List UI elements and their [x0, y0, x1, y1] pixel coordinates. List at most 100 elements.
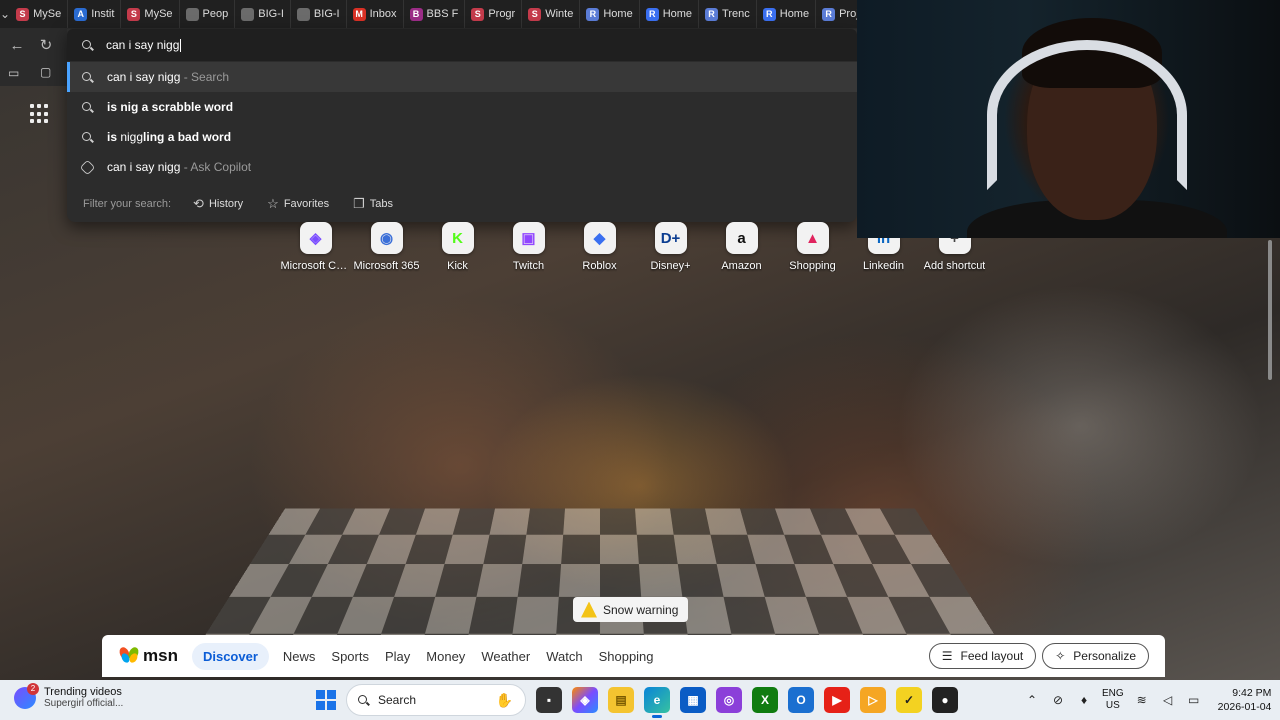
snow-warning-button[interactable]: Snow warning	[573, 597, 689, 622]
media-player-icon[interactable]: ▷	[860, 687, 886, 713]
tab-list: S MySe A Instit S MySe Peop BIG-I BIG-I M Inbox B BB…	[10, 0, 872, 28]
browser-tab[interactable]: Peop	[180, 0, 236, 28]
tab-actions-chevron-icon[interactable]: ⌄	[0, 0, 10, 28]
shortcut-label: Disney+	[650, 260, 691, 272]
browser-tab[interactable]: S MySe	[121, 0, 180, 28]
search-icon	[81, 101, 94, 114]
battery-icon[interactable]: ▭	[1186, 693, 1202, 707]
browser-tab[interactable]: S Progr	[465, 0, 523, 28]
file-explorer-icon[interactable]: ▤	[608, 687, 634, 713]
filter-tabs-button[interactable]: ❐ Tabs	[345, 193, 401, 215]
shortcut-disney[interactable]: D+ Disney+	[635, 222, 706, 272]
msn-nav-shopping[interactable]: Shopping	[591, 643, 662, 670]
history-icon: ⟲	[193, 196, 204, 211]
network-off-icon[interactable]: ⊘	[1050, 693, 1066, 707]
browser-tab[interactable]: BIG-I	[235, 0, 291, 28]
shortcut-microsoft-co[interactable]: ◈ Microsoft Co...	[280, 222, 351, 272]
browser-tab[interactable]: R Home	[580, 0, 640, 28]
microphone-icon[interactable]: ♦	[1076, 693, 1092, 707]
msn-logo[interactable]: msn	[117, 645, 178, 666]
browser-tab[interactable]: B BBS F	[404, 0, 466, 28]
back-arrow-icon[interactable]: ←	[6, 34, 28, 56]
browser-tab[interactable]: A Instit	[68, 0, 122, 28]
edge-browser-icon[interactable]: e	[644, 687, 670, 718]
chevron-up-icon[interactable]: ⌃	[1024, 693, 1040, 707]
msn-nav-discover[interactable]: Discover	[191, 642, 269, 670]
suggestion-item[interactable]: is niggling a bad word	[67, 122, 857, 152]
widgets-button[interactable]: 2 Trending videos Supergirl official...	[14, 682, 123, 709]
tab-strip: ⌄ S MySe A Instit S MySe Peop BIG-I BIG-I M Inbox B…	[0, 0, 872, 28]
suggestion-completion: a scrabble word	[138, 100, 234, 114]
github-icon[interactable]: ●	[932, 687, 958, 713]
taskbar-search-box[interactable]: Search ✋	[346, 684, 526, 716]
search-icon	[357, 694, 370, 707]
msn-nav-sports[interactable]: Sports	[323, 643, 377, 670]
favorite-folder-icon[interactable]: ▢	[40, 65, 51, 79]
xbox-icon[interactable]: X	[752, 687, 778, 713]
msn-nav-money[interactable]: Money	[418, 643, 473, 670]
page-scrollbar[interactable]	[1267, 238, 1273, 678]
suggestion-search[interactable]: can i say nigg - Search	[67, 62, 857, 92]
page-icon	[185, 7, 199, 21]
filter-history-button[interactable]: ⟲ History	[185, 193, 251, 215]
bbs-icon: B	[409, 7, 423, 21]
checkmark-app-icon[interactable]: ✓	[896, 687, 922, 713]
roblox-icon: ◆	[583, 222, 616, 254]
browser-tab[interactable]: R Home	[640, 0, 700, 28]
shein-icon: S	[528, 7, 542, 21]
sliders-icon: ☰	[941, 649, 953, 663]
feed-layout-button[interactable]: ☰ Feed layout	[928, 643, 1037, 669]
suggestion-ask-copilot[interactable]: can i say nigg - Ask Copilot	[67, 152, 857, 182]
msn-nav-play[interactable]: Play	[377, 643, 418, 670]
photo-app-icon[interactable]: ◎	[716, 687, 742, 713]
filter-history-label: History	[208, 198, 244, 210]
browser-tab[interactable]: R Trenc	[699, 0, 757, 28]
tab-title: Peop	[202, 8, 229, 20]
filter-favorites-button[interactable]: ☆ Favorites	[259, 193, 337, 215]
browser-tab[interactable]: M Inbox	[347, 0, 404, 28]
msn-nav-weather[interactable]: Weather	[473, 643, 538, 670]
wifi-icon[interactable]: ≋	[1134, 693, 1150, 707]
address-bar-input[interactable]: can i say nigg	[67, 29, 857, 61]
shortcut-kick[interactable]: K Kick	[422, 222, 493, 272]
tabs-icon: ❐	[353, 196, 365, 211]
app-launcher-grid-icon[interactable]	[30, 104, 50, 124]
outlook-icon[interactable]: O	[788, 687, 814, 713]
widgets-badge: 2	[27, 682, 39, 695]
scrollbar-thumb[interactable]	[1268, 240, 1272, 380]
browser-tab[interactable]: S MySe	[10, 0, 69, 28]
browser-tab[interactable]: BIG-I	[291, 0, 347, 28]
suggestion-match: nigg	[120, 130, 144, 144]
gmail-icon: M	[352, 7, 366, 21]
msn-nav-watch[interactable]: Watch	[538, 643, 590, 670]
tab-title: Home	[662, 8, 693, 20]
browser-tab[interactable]: S Winte	[522, 0, 581, 28]
youtube-icon[interactable]: ▶	[824, 687, 850, 713]
shortcut-label: Amazon	[721, 260, 762, 272]
copilot-app-icon[interactable]: ◈	[572, 687, 598, 713]
personalize-button[interactable]: ✧ Personalize	[1042, 643, 1149, 669]
windows-start-icon[interactable]	[316, 690, 336, 710]
refresh-icon[interactable]: ↻	[35, 34, 57, 56]
feed-layout-label: Feed layout	[960, 649, 1024, 663]
browser-tab[interactable]: R Home	[757, 0, 817, 28]
workspaces-icon[interactable]: ▭	[8, 66, 19, 80]
suggestion-item[interactable]: is nig a scrabble word	[67, 92, 857, 122]
shortcut-shopping[interactable]: ▲ Shopping	[777, 222, 848, 272]
shortcut-twitch[interactable]: ▣ Twitch	[493, 222, 564, 272]
shortcut-label: Roblox	[582, 260, 617, 272]
shortcut-roblox[interactable]: ◆ Roblox	[564, 222, 635, 272]
text-caret	[180, 39, 182, 53]
shortcut-amazon[interactable]: a Amazon	[706, 222, 777, 272]
store-icon[interactable]: ▦	[680, 687, 706, 713]
language-indicator[interactable]: ENG US	[1102, 688, 1124, 712]
shortcut-microsoft-365[interactable]: ◉ Microsoft 365	[351, 222, 422, 272]
volume-icon[interactable]: ◁	[1160, 693, 1176, 707]
clock[interactable]: 9:42 PM 2026-01-04	[1218, 686, 1272, 714]
tab-title: MySe	[144, 8, 173, 20]
roblox-icon: R	[822, 7, 836, 21]
shein-icon: S	[127, 7, 141, 21]
webcam-headphones	[987, 40, 1187, 190]
task-view-icon[interactable]: ▪	[536, 687, 562, 713]
msn-nav-news[interactable]: News	[275, 643, 324, 670]
